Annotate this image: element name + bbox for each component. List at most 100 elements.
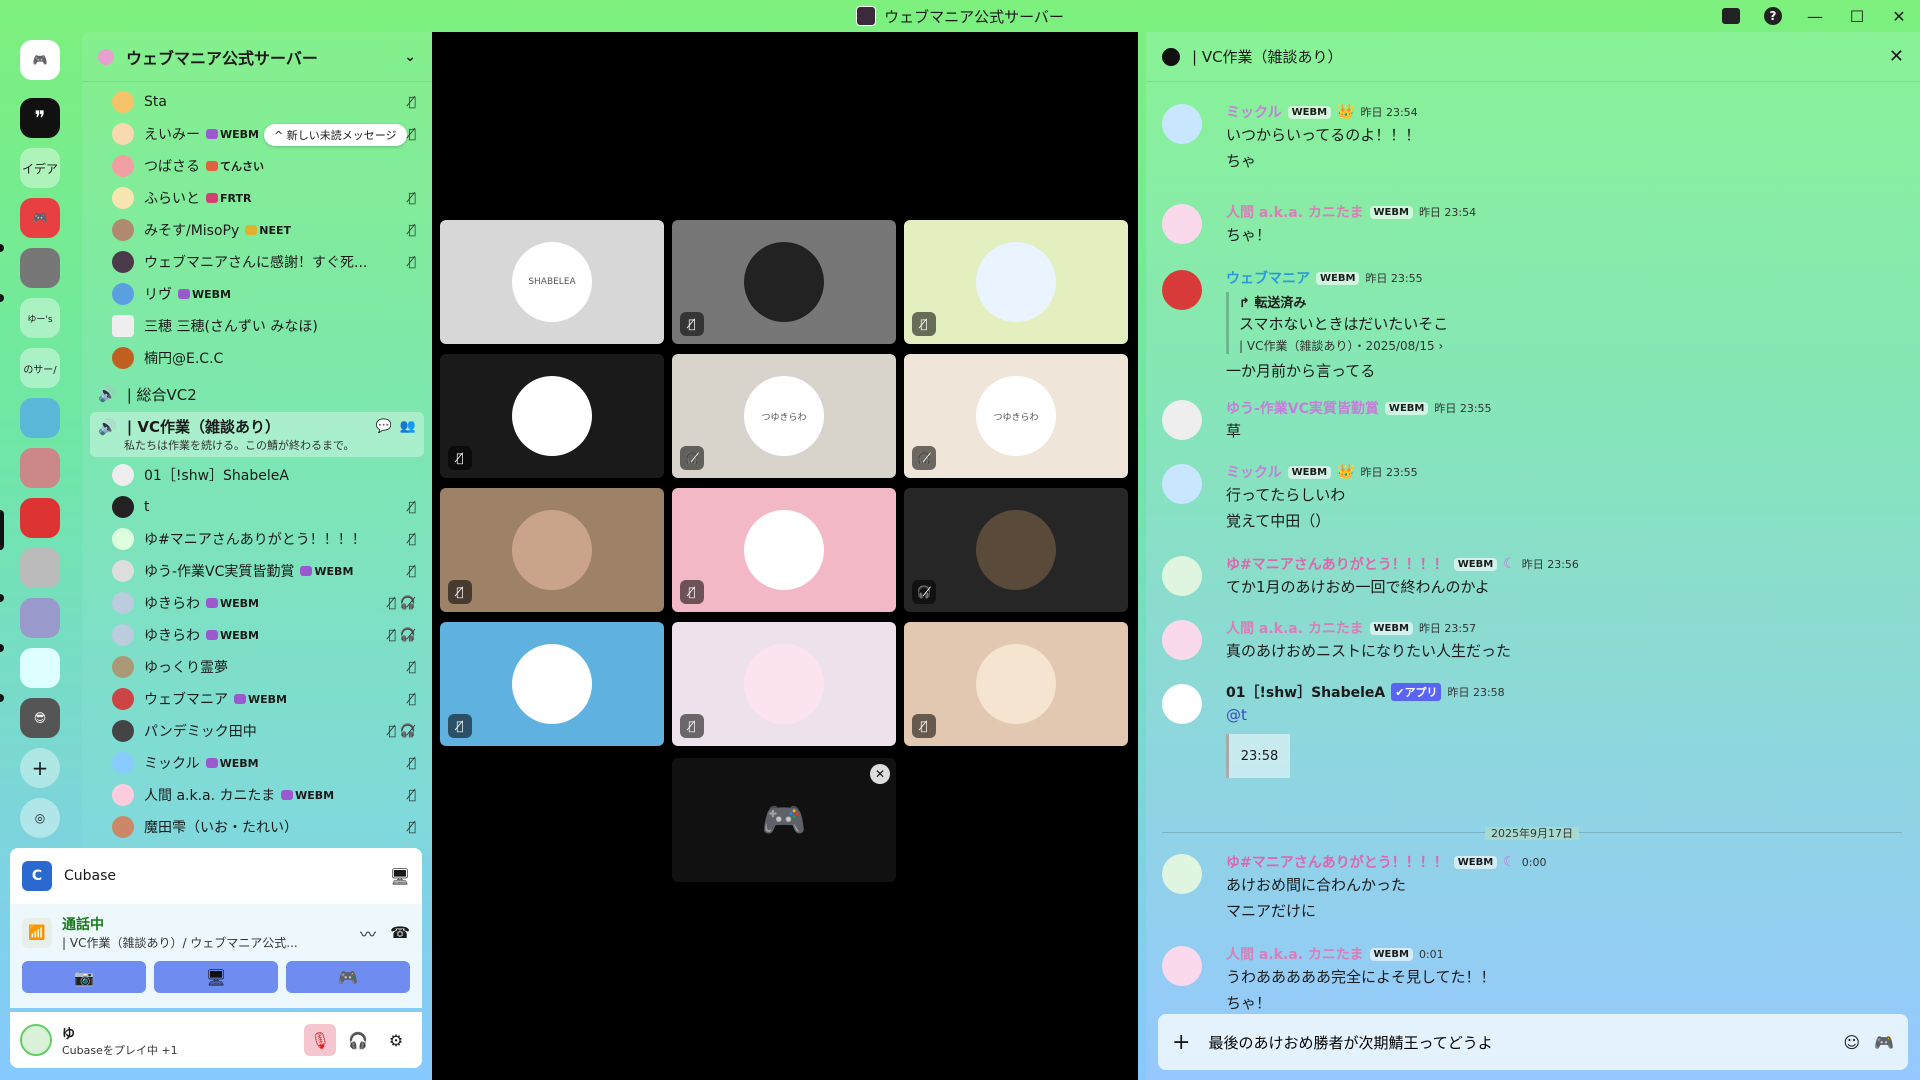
disconnect-icon[interactable]: ☎ <box>390 923 410 942</box>
video-tile-10[interactable]: 🎙̸ <box>440 622 664 746</box>
list-item[interactable]: パンデミック田中 🎙̸ 🎧̸ <box>90 715 424 747</box>
avatar[interactable] <box>1162 270 1202 310</box>
call-location[interactable]: | VC作業（雑談あり）/ ウェブマニア公式... <box>62 934 298 951</box>
forwarded-message[interactable]: ↱ 転送済み スマホないときはだいたいそこ | VC作業（雑談あり）・2025/… <box>1226 292 1902 354</box>
avatar[interactable] <box>20 1024 52 1056</box>
list-item[interactable]: 魔田雫（いお・たれい） 🎙̸ <box>90 811 424 843</box>
server-avatar-4[interactable] <box>20 548 60 588</box>
server-avatar-5[interactable] <box>20 598 60 638</box>
video-tile-5[interactable]: つゆきらわ 🎧̸ <box>672 354 896 478</box>
chat-panel: | VC作業（雑談あり） ✕ ミックル WEBM 👑 昨日 23:54 いつからいって… <box>1146 32 1920 1080</box>
avatar[interactable] <box>1162 854 1202 894</box>
video-tile-7[interactable]: 🎙̸ <box>440 488 664 612</box>
voice-channel-general[interactable]: 🔊 | 総合VC2 <box>90 378 424 410</box>
list-item[interactable]: ウェブマニア WEBM 🎙̸ <box>90 683 424 715</box>
list-item[interactable]: ゆきらわ WEBM 🎙̸ 🎧̸ <box>90 587 424 619</box>
screen-share-button[interactable]: 🖥 <box>154 961 278 993</box>
server-avatar-2[interactable] <box>20 398 60 438</box>
chevron-down-icon[interactable]: ⌄ <box>404 49 416 65</box>
maximize-button[interactable]: ☐ <box>1836 0 1878 32</box>
activity-panel: C Cubase 🖥 📶 通話中 | VC作業（雑談あり）/ ウェブマニア公式.… <box>10 848 422 1068</box>
chat-icon[interactable]: 💬 <box>376 419 392 434</box>
list-item[interactable]: Sta 🎙̸ <box>90 86 424 118</box>
server-avatar-6[interactable] <box>20 648 60 688</box>
server-no[interactable]: のサー/ <box>20 348 60 388</box>
user-name: ゆ <box>62 1026 76 1042</box>
server-discord-red-icon[interactable]: 🎮 <box>20 198 60 238</box>
server-idea[interactable]: イデア <box>20 148 60 188</box>
list-item[interactable]: 三穂 三穂(さんずい みなほ) <box>90 310 424 342</box>
stream-icon[interactable]: 🖥 <box>390 867 410 886</box>
message-input[interactable] <box>1208 1033 1830 1051</box>
add-server-icon[interactable]: + <box>20 748 60 788</box>
video-tile-3[interactable]: 🎙̸ <box>904 220 1128 344</box>
mute-icon: 🎙̸ <box>912 312 936 336</box>
help-button[interactable]: ? <box>1752 0 1794 32</box>
list-item[interactable]: ゆっくり霊夢 🎙̸ <box>90 651 424 683</box>
list-item[interactable]: えいみー WEBM 🎙̸ <box>90 118 424 150</box>
server-yu[interactable]: ゆー's <box>20 298 60 338</box>
gamepad-icon[interactable]: 🎮 <box>1874 1033 1894 1052</box>
avatar[interactable] <box>1162 104 1202 144</box>
list-item[interactable]: 楠円@E.C.C <box>90 342 424 374</box>
noise-suppression-icon[interactable]: 〰 <box>360 921 376 945</box>
video-tile-11[interactable]: 🎙̸ <box>672 622 896 746</box>
voice-channel-active[interactable]: 🔊 | VC作業（雑談あり） 💬 👥 私たちは作業を続ける。この鯖が終わるまで。 <box>90 412 424 457</box>
close-icon[interactable]: ✕ <box>1889 46 1904 67</box>
list-item[interactable]: ミックル WEBM 🎙̸ <box>90 747 424 779</box>
video-tile-12[interactable]: 🎙̸ <box>904 622 1128 746</box>
camera-off-button[interactable]: 📷 <box>22 961 146 993</box>
list-item[interactable]: ゆう-作業VC実質皆勤賞 WEBM 🎙̸ <box>90 555 424 587</box>
avatar[interactable] <box>1162 464 1202 504</box>
activity-button[interactable]: 🎮 <box>286 961 410 993</box>
avatar[interactable] <box>1162 556 1202 596</box>
list-item[interactable]: リヴ WEBM <box>90 278 424 310</box>
signal-icon[interactable]: 📶 <box>22 917 52 948</box>
avatar[interactable] <box>1162 684 1202 724</box>
crown-icon: 👑 <box>1337 464 1355 480</box>
video-tile-6[interactable]: つゆきらわ 🎧̸ <box>904 354 1128 478</box>
close-icon[interactable]: ✕ <box>870 764 890 784</box>
emoji-icon[interactable]: ☺ <box>1843 1033 1860 1052</box>
avatar[interactable] <box>1162 400 1202 440</box>
add-attachment-icon[interactable]: + <box>1172 1030 1190 1055</box>
server-quote-icon[interactable]: ❞ <box>20 98 60 138</box>
avatar <box>112 688 134 710</box>
settings-gear-icon[interactable]: ⚙ <box>380 1024 412 1056</box>
headphone-button[interactable]: 🎧 <box>342 1024 374 1056</box>
avatar <box>112 528 134 550</box>
list-item[interactable]: ふらいと FRTR 🎙̸ <box>90 182 424 214</box>
app-activity-card[interactable]: C Cubase 🖥 <box>10 848 422 904</box>
discord-home-icon[interactable]: 🎮 <box>20 40 60 80</box>
list-item[interactable]: 01［!shw］ShabeleA <box>90 459 424 491</box>
mute-icon: 🎙̸ <box>408 499 416 515</box>
minimize-button[interactable]: — <box>1794 0 1836 32</box>
avatar[interactable] <box>1162 946 1202 986</box>
avatar[interactable] <box>1162 204 1202 244</box>
video-tile-9[interactable]: 🎧̸ <box>904 488 1128 612</box>
video-tile-4[interactable]: 🎙̸ <box>440 354 664 478</box>
add-member-icon[interactable]: 👥 <box>400 419 416 434</box>
list-item[interactable]: ゆきらわ WEBM 🎙̸ 🎧̸ <box>90 619 424 651</box>
mention[interactable]: @t <box>1226 702 1902 728</box>
list-item[interactable]: t 🎙̸ <box>90 491 424 523</box>
server-avatar-3[interactable] <box>20 448 60 488</box>
inbox-button[interactable] <box>1710 0 1752 32</box>
list-item[interactable]: 人間 a.k.a. カニたま WEBM 🎙̸ <box>90 779 424 811</box>
avatar[interactable] <box>1162 620 1202 660</box>
list-item[interactable]: ゆ#マニアさんありがとう！！！！ 🎙̸ <box>90 523 424 555</box>
activity-tile[interactable]: 🎮 ✕ <box>672 758 896 882</box>
close-window-button[interactable]: ✕ <box>1878 0 1920 32</box>
server-avatar-1[interactable] <box>20 248 60 288</box>
discover-icon[interactable]: ◎ <box>20 798 60 838</box>
list-item[interactable]: ウェブマニアさんに感謝！すぐ死... 🎙̸ <box>90 246 424 278</box>
list-item[interactable]: つばさる てんさい <box>90 150 424 182</box>
server-webmania[interactable] <box>20 498 60 538</box>
server-header[interactable]: ウェブマニア公式サーバー ⌄ <box>82 32 432 82</box>
list-item[interactable]: みそす/MisoPy NEET 🎙̸ <box>90 214 424 246</box>
video-tile-8[interactable]: 🎙̸ <box>672 488 896 612</box>
server-avatar-7[interactable]: 😎 <box>20 698 60 738</box>
video-tile-2[interactable]: 🎙̸ <box>672 220 896 344</box>
video-tile-1[interactable]: SHABELEA <box>440 220 664 344</box>
mic-muted-button[interactable]: 🎙 <box>304 1024 336 1056</box>
